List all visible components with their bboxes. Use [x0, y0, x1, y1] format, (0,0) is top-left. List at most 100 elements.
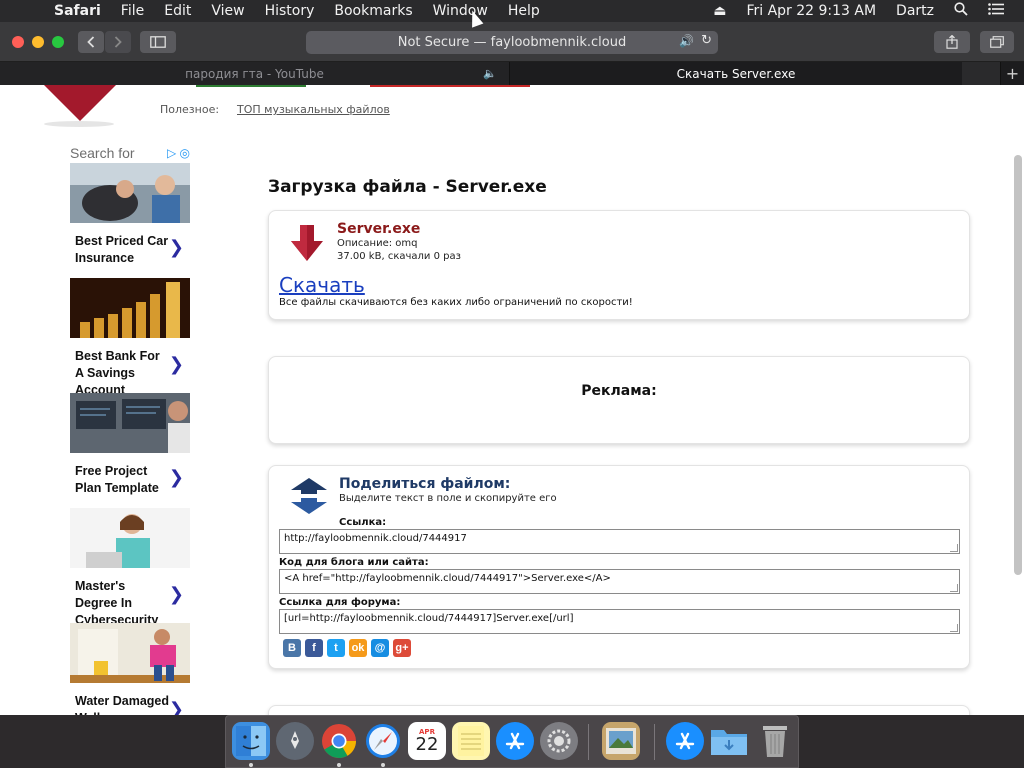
ad-text[interactable]: Best Priced Car Insurance — [70, 223, 170, 267]
notification-center-icon[interactable] — [988, 3, 1004, 19]
chevron-right-icon[interactable]: ❯ — [169, 584, 184, 605]
facebook-share-button[interactable]: f — [305, 639, 323, 657]
ad-item[interactable]: Water Damaged Wall ❯ — [70, 623, 190, 715]
adchoices-icon[interactable]: ▷ ◎ — [167, 146, 190, 160]
menu-user[interactable]: Dartz — [896, 3, 934, 19]
forum-link-field[interactable]: [url=http://fayloobmennik.cloud/7444917]… — [279, 609, 960, 634]
new-tab-button[interactable]: + — [1000, 62, 1024, 85]
fullscreen-window-button[interactable] — [52, 36, 64, 48]
eject-icon[interactable]: ⏏ — [713, 3, 726, 19]
menu-history[interactable]: History — [265, 3, 315, 19]
notes-icon[interactable] — [452, 722, 490, 760]
audio-playing-icon[interactable]: 🔊 — [679, 34, 694, 48]
ad-image-office[interactable] — [70, 393, 190, 453]
resize-grip-icon[interactable] — [950, 624, 958, 632]
speaker-icon[interactable]: 🔈 — [483, 67, 497, 80]
page-scrollbar[interactable] — [1014, 155, 1022, 575]
app-store-icon[interactable] — [496, 722, 534, 760]
preview-icon[interactable] — [602, 722, 640, 760]
chevron-right-icon[interactable]: ❯ — [169, 237, 184, 258]
spotlight-search-icon[interactable] — [954, 2, 968, 20]
ad-search-label: Search for — [70, 145, 135, 161]
advertisement-label: Реклама: — [581, 383, 657, 399]
chrome-icon[interactable] — [320, 722, 358, 760]
dock: APR 22 — [225, 715, 799, 768]
odnoklassniki-share-button[interactable]: ok — [349, 639, 367, 657]
tab-bar: пародия гта - YouTube 🔈 Скачать Server.e… — [0, 62, 1024, 85]
menu-bookmarks[interactable]: Bookmarks — [334, 3, 412, 19]
link-label: Ссылка: — [339, 517, 387, 528]
menu-view[interactable]: View — [211, 3, 244, 19]
trash-icon[interactable] — [756, 722, 794, 760]
tab-youtube[interactable]: пародия гта - YouTube 🔈 — [0, 62, 510, 85]
share-title: Поделиться файлом: — [339, 476, 511, 492]
ad-column: Search for ▷ ◎ Best Priced Car Insurance… — [70, 145, 190, 715]
tab-overview-button[interactable] — [980, 31, 1014, 53]
chevron-left-icon — [87, 36, 95, 48]
file-info-card: Server.exe Описание: omq 37.00 kB, скача… — [268, 210, 970, 320]
address-bar[interactable]: Not Secure — fayloobmennik.cloud 🔊 ↻ — [306, 31, 718, 54]
forward-button[interactable] — [105, 31, 131, 53]
share-icon — [946, 35, 958, 49]
menu-clock[interactable]: Fri Apr 22 9:13 AM — [746, 3, 876, 19]
blog-code-field[interactable]: <A href="http://fayloobmennik.cloud/7444… — [279, 569, 960, 594]
site-logo[interactable] — [38, 85, 122, 121]
share-subtitle: Выделите текст в поле и скопируйте его — [339, 493, 557, 504]
dock-separator — [588, 724, 589, 760]
resize-grip-icon[interactable] — [950, 584, 958, 592]
ad-text[interactable]: Best Bank For A Savings Account — [70, 338, 170, 399]
safari-icon[interactable] — [364, 722, 402, 760]
close-window-button[interactable] — [12, 36, 24, 48]
twitter-share-button[interactable]: t — [327, 639, 345, 657]
sidebar-button[interactable] — [140, 31, 176, 53]
logo-shadow — [44, 121, 114, 127]
download-link[interactable]: Скачать — [279, 273, 365, 297]
tab-download-server[interactable]: Скачать Server.exe — [511, 62, 961, 85]
ad-item[interactable]: Free Project Plan Template ❯ — [70, 393, 190, 508]
calendar-day: 22 — [415, 734, 439, 755]
menu-edit[interactable]: Edit — [164, 3, 191, 19]
chevron-right-icon[interactable]: ❯ — [169, 699, 184, 715]
menu-app-safari[interactable]: Safari — [54, 3, 101, 19]
top-music-link[interactable]: ТОП музыкальных файлов — [237, 103, 390, 116]
folder-icon[interactable] — [710, 722, 748, 760]
tab-bar-spacer — [962, 62, 1000, 85]
tabs-icon — [990, 36, 1004, 48]
ad-item[interactable]: Best Priced Car Insurance ❯ — [70, 163, 190, 278]
ad-item[interactable]: Master's Degree In Cybersecurity ❯ — [70, 508, 190, 627]
chevron-right-icon[interactable]: ❯ — [169, 467, 184, 488]
mailru-share-button[interactable]: @ — [371, 639, 389, 657]
ad-image-student[interactable] — [70, 508, 190, 568]
calendar-icon[interactable]: APR 22 — [408, 722, 446, 760]
minimize-window-button[interactable] — [32, 36, 44, 48]
link-field[interactable]: http://fayloobmennik.cloud/7444917 — [279, 529, 960, 554]
system-preferences-icon[interactable] — [540, 722, 578, 760]
ad-text[interactable]: Free Project Plan Template — [70, 453, 170, 497]
advertisement-card: Реклама: — [268, 356, 970, 444]
share-button[interactable] — [934, 31, 970, 53]
vk-share-button[interactable]: B — [283, 639, 301, 657]
address-text: Not Secure — fayloobmennik.cloud — [397, 35, 627, 50]
ad-text[interactable]: Master's Degree In Cybersecurity — [70, 568, 170, 629]
running-indicator — [381, 763, 385, 767]
chevron-right-icon[interactable]: ❯ — [169, 354, 184, 375]
ad-item[interactable]: Best Bank For A Savings Account ❯ — [70, 278, 190, 397]
reload-icon[interactable]: ↻ — [701, 33, 712, 48]
menu-file[interactable]: File — [121, 3, 144, 19]
ad-image-coins[interactable] — [70, 278, 190, 338]
back-button[interactable] — [78, 31, 104, 53]
googleplus-share-button[interactable]: g+ — [393, 639, 411, 657]
launchpad-icon[interactable] — [276, 722, 314, 760]
browser-toolbar: Not Secure — fayloobmennik.cloud 🔊 ↻ — [0, 22, 1024, 62]
running-indicator — [249, 763, 253, 767]
app-store-downloads-icon[interactable] — [666, 722, 704, 760]
menu-bar: Safari File Edit View History Bookmarks … — [0, 0, 1024, 22]
menu-help[interactable]: Help — [508, 3, 540, 19]
running-indicator — [337, 763, 341, 767]
ad-image-car[interactable] — [70, 163, 190, 223]
finder-icon[interactable] — [232, 722, 270, 760]
ad-image-wall[interactable] — [70, 623, 190, 683]
resize-grip-icon[interactable] — [950, 544, 958, 552]
ad-text[interactable]: Water Damaged Wall — [70, 683, 170, 715]
header-decoration — [370, 85, 530, 87]
